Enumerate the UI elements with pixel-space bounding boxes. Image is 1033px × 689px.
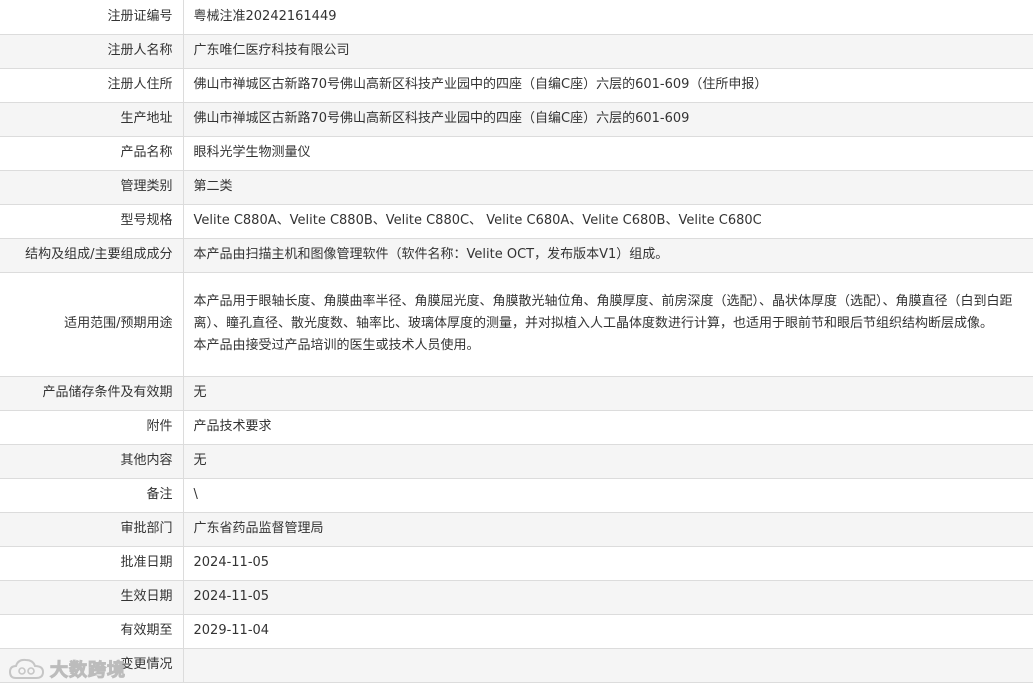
row-value: 2024-11-05	[183, 546, 1033, 581]
table-row: 注册人住所 佛山市禅城区古新路70号佛山高新区科技产业园中的四座（自编C座）六层…	[0, 68, 1033, 103]
row-value: 无	[183, 376, 1033, 411]
table-row: 生效日期 2024-11-05	[0, 580, 1033, 615]
row-label: 产品储存条件及有效期	[0, 376, 184, 411]
row-label: 有效期至	[0, 614, 184, 649]
row-label: 型号规格	[0, 204, 184, 239]
table-row: 生产地址 佛山市禅城区古新路70号佛山高新区科技产业园中的四座（自编C座）六层的…	[0, 102, 1033, 137]
row-label: 生产地址	[0, 102, 184, 137]
row-label: 附件	[0, 410, 184, 445]
table-row: 结构及组成/主要组成成分 本产品由扫描主机和图像管理软件（软件名称：Velite…	[0, 238, 1033, 273]
table-row: 管理类别 第二类	[0, 170, 1033, 205]
row-value: 佛山市禅城区古新路70号佛山高新区科技产业园中的四座（自编C座）六层的601-6…	[183, 102, 1033, 137]
row-label: 批准日期	[0, 546, 184, 581]
row-value: 本产品用于眼轴长度、角膜曲率半径、角膜屈光度、角膜散光轴位角、角膜厚度、前房深度…	[183, 272, 1033, 377]
row-value: 2029-11-04	[183, 614, 1033, 649]
table-row: 审批部门 广东省药品监督管理局	[0, 512, 1033, 547]
row-label: 审批部门	[0, 512, 184, 547]
row-value: 第二类	[183, 170, 1033, 205]
row-value: \	[183, 478, 1033, 513]
row-label: 注册人名称	[0, 34, 184, 69]
row-label: 产品名称	[0, 136, 184, 171]
table-row: 变更情况	[0, 648, 1033, 683]
row-label: 适用范围/预期用途	[0, 272, 184, 377]
row-label: 注册证编号	[0, 0, 184, 35]
table-row: 型号规格 Velite C880A、Velite C880B、Velite C8…	[0, 204, 1033, 239]
row-label: 变更情况	[0, 648, 184, 683]
row-value: 眼科光学生物测量仪	[183, 136, 1033, 171]
row-label: 备注	[0, 478, 184, 513]
table-row: 备注 \	[0, 478, 1033, 513]
table-row: 适用范围/预期用途 本产品用于眼轴长度、角膜曲率半径、角膜屈光度、角膜散光轴位角…	[0, 272, 1033, 377]
row-value: 产品技术要求	[183, 410, 1033, 445]
row-value: 广东唯仁医疗科技有限公司	[183, 34, 1033, 69]
table-row: 注册人名称 广东唯仁医疗科技有限公司	[0, 34, 1033, 69]
row-label: 管理类别	[0, 170, 184, 205]
table-row: 注册证编号 粤械注准20242161449	[0, 0, 1033, 35]
row-value	[183, 648, 1033, 683]
row-label: 注册人住所	[0, 68, 184, 103]
table-row: 附件 产品技术要求	[0, 410, 1033, 445]
row-label: 生效日期	[0, 580, 184, 615]
row-value: 粤械注准20242161449	[183, 0, 1033, 35]
intended-use-text: 本产品用于眼轴长度、角膜曲率半径、角膜屈光度、角膜散光轴位角、角膜厚度、前房深度…	[193, 294, 1013, 331]
row-label: 结构及组成/主要组成成分	[0, 238, 184, 273]
row-value: 本产品由扫描主机和图像管理软件（软件名称：Velite OCT，发布版本V1）组…	[183, 238, 1033, 273]
row-value: 佛山市禅城区古新路70号佛山高新区科技产业园中的四座（自编C座）六层的601-6…	[183, 68, 1033, 103]
table-row: 产品储存条件及有效期 无	[0, 376, 1033, 411]
row-value: 无	[183, 444, 1033, 479]
table-row: 批准日期 2024-11-05	[0, 546, 1033, 581]
row-value: 广东省药品监督管理局	[183, 512, 1033, 547]
row-label: 其他内容	[0, 444, 184, 479]
table-row: 产品名称 眼科光学生物测量仪	[0, 136, 1033, 171]
table-row: 有效期至 2029-11-04	[0, 614, 1033, 649]
row-value: 2024-11-05	[183, 580, 1033, 615]
table-row: 其他内容 无	[0, 444, 1033, 479]
row-value: Velite C880A、Velite C880B、Velite C880C、 …	[183, 204, 1033, 239]
intended-user-text: 本产品由接受过产品培训的医生或技术人员使用。	[193, 338, 480, 353]
registration-table: 注册证编号 粤械注准20242161449 注册人名称 广东唯仁医疗科技有限公司…	[0, 0, 1033, 683]
